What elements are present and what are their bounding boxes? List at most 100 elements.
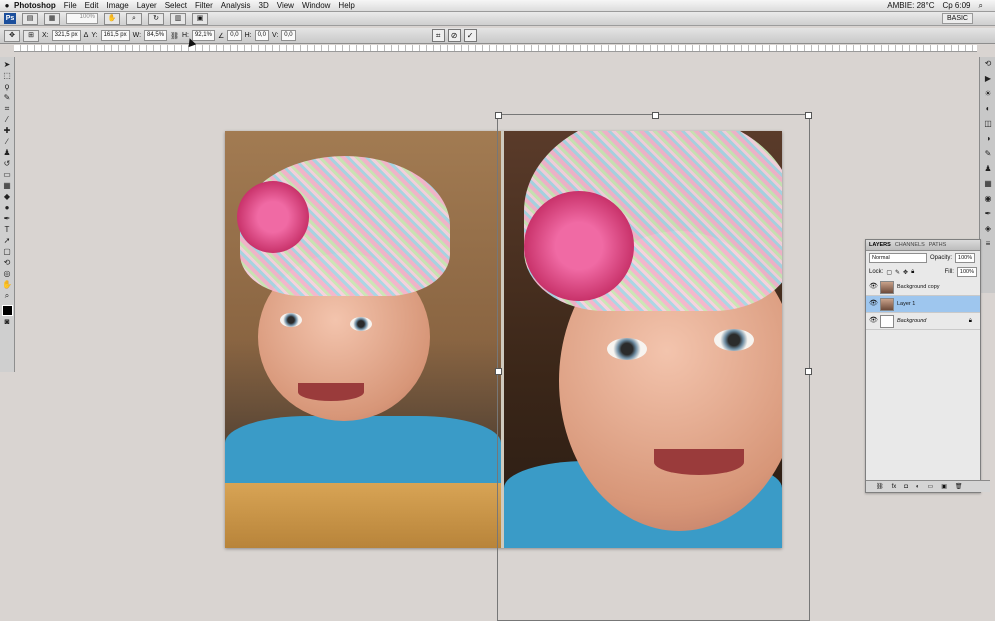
view-extras-button[interactable]: ▦ (44, 12, 60, 25)
menu-select[interactable]: Select (165, 1, 187, 10)
pen-tool-icon[interactable]: ✒ (2, 214, 13, 224)
quick-mask-icon[interactable]: ◙ (2, 317, 13, 327)
transform-handle-top-right[interactable] (805, 112, 812, 119)
rotate-view-button[interactable]: ↻ (148, 12, 164, 25)
opacity-field[interactable]: 100% (955, 253, 976, 263)
tab-channels[interactable]: CHANNELS (895, 242, 925, 248)
lock-transparency-icon[interactable]: ▢ (886, 269, 892, 276)
transform-handle-top-center[interactable] (652, 112, 659, 119)
lock-position-icon[interactable]: ✥ (903, 269, 908, 276)
styles-panel-icon[interactable]: ▦ (982, 179, 994, 189)
app-menu[interactable]: Photoshop (14, 1, 56, 10)
gradient-tool-icon[interactable]: ▦ (2, 181, 13, 191)
horizontal-ruler[interactable] (14, 45, 977, 52)
marquee-tool-icon[interactable]: ⬚ (2, 71, 13, 81)
new-group-icon[interactable]: ▭ (928, 483, 934, 490)
arrange-documents-button[interactable]: ▥ (170, 12, 186, 25)
menu-window[interactable]: Window (302, 1, 330, 10)
blur-tool-icon[interactable]: ◆ (2, 192, 13, 202)
menu-view[interactable]: View (277, 1, 294, 10)
fill-field[interactable]: 100% (956, 267, 977, 277)
visibility-eye-icon[interactable]: 👁︎ (869, 300, 878, 307)
color-panel-icon[interactable]: ◑ (982, 134, 994, 144)
blend-mode-select[interactable]: Normal (869, 253, 927, 263)
foreground-color-swatch[interactable] (1, 305, 13, 316)
tab-paths[interactable]: PATHS (929, 242, 947, 248)
y-position-field[interactable]: 161,5 px (100, 30, 130, 41)
navigator-panel-icon[interactable]: ◫ (982, 119, 994, 129)
eraser-tool-icon[interactable]: ▭ (2, 170, 13, 180)
zoom-level-field[interactable]: 100% (66, 13, 98, 24)
add-mask-icon[interactable]: ◘ (904, 484, 908, 490)
clone-stamp-tool-icon[interactable]: ♟ (2, 148, 13, 158)
menu-filter[interactable]: Filter (195, 1, 213, 10)
layer-style-icon[interactable]: fx (892, 484, 897, 490)
new-layer-icon[interactable]: ▣ (941, 483, 947, 490)
swatches-panel-icon[interactable]: ◉ (982, 194, 994, 204)
link-layers-icon[interactable]: ⛓ (876, 483, 884, 490)
visibility-eye-icon[interactable]: 👁︎ (869, 317, 878, 324)
lasso-tool-icon[interactable]: ϙ (2, 82, 13, 92)
vertical-skew-field[interactable]: 0,0 (281, 30, 296, 41)
link-icon[interactable]: ⛓ (170, 32, 179, 40)
x-position-field[interactable]: 321,5 px (51, 30, 81, 41)
height-field[interactable]: 92,1% (191, 30, 215, 41)
healing-brush-tool-icon[interactable]: ✚ (2, 126, 13, 136)
menu-3d[interactable]: 3D (259, 1, 269, 10)
crop-tool-icon[interactable]: ⌗ (2, 104, 13, 114)
horizontal-skew-field[interactable]: 0,0 (254, 30, 269, 41)
zoom-tool-button[interactable]: ⌕ (126, 12, 142, 25)
rotation-field[interactable]: 0,0 (227, 30, 242, 41)
layer-row[interactable]: 👁︎ Background 🔒︎ (866, 313, 980, 330)
paths-panel-icon[interactable]: ✒ (982, 209, 994, 219)
launch-bridge-button[interactable]: ▤ (22, 12, 38, 25)
transform-handle-middle-right[interactable] (805, 368, 812, 375)
spotlight-icon[interactable]: ⌕ (979, 1, 983, 11)
width-field[interactable]: 84,5% (144, 30, 168, 41)
hand-tool-icon[interactable]: ✋ (2, 280, 13, 290)
path-selection-tool-icon[interactable]: ➚ (2, 236, 13, 246)
layer-row-selected[interactable]: 👁︎ Layer 1 (866, 296, 980, 313)
menu-analysis[interactable]: Analysis (221, 1, 251, 10)
channels-panel-icon[interactable]: ≡ (982, 239, 994, 249)
adjustments-panel-icon[interactable]: ☀ (982, 89, 994, 99)
menu-image[interactable]: Image (106, 1, 128, 10)
transform-handle-top-left[interactable] (495, 112, 502, 119)
workspace-switcher[interactable]: BASIC (941, 13, 973, 24)
tab-layers[interactable]: LAYERS (869, 242, 891, 248)
3d-orbit-tool-icon[interactable]: ◎ (2, 269, 13, 279)
relative-position-icon[interactable]: Δ (84, 32, 89, 39)
menu-help[interactable]: Help (338, 1, 354, 10)
tool-preset-picker[interactable]: ✥ (4, 29, 20, 42)
adjustment-layer-icon[interactable]: ◐ (916, 484, 920, 490)
menu-file[interactable]: File (64, 1, 77, 10)
commit-transform-button[interactable]: ✓ (463, 29, 477, 42)
layers-panel-icon[interactable]: ◈ (982, 224, 994, 234)
quick-selection-tool-icon[interactable]: ✎ (2, 93, 13, 103)
clone-source-panel-icon[interactable]: ♟ (982, 164, 994, 174)
masks-panel-icon[interactable]: ◐ (982, 104, 994, 114)
menu-edit[interactable]: Edit (85, 1, 99, 10)
move-tool-icon[interactable]: ➤ (2, 60, 13, 70)
delete-layer-icon[interactable]: 🗑︎ (955, 483, 963, 490)
dodge-tool-icon[interactable]: ● (2, 203, 13, 213)
type-tool-icon[interactable]: T (2, 225, 13, 235)
transform-bounding-box[interactable] (495, 112, 812, 621)
actions-panel-icon[interactable]: ▶ (982, 74, 994, 84)
reference-point-icon[interactable]: ⊞ (23, 29, 39, 42)
lock-pixels-icon[interactable]: ✎ (895, 269, 900, 276)
layer-row[interactable]: 👁︎ Background copy (866, 279, 980, 296)
history-panel-icon[interactable]: ⟲ (982, 59, 994, 69)
brushes-panel-icon[interactable]: ✎ (982, 149, 994, 159)
warp-mode-button[interactable]: ⌗ (431, 29, 445, 42)
visibility-eye-icon[interactable]: 👁︎ (869, 283, 878, 290)
zoom-tool-icon[interactable]: ⌕ (2, 291, 13, 301)
brush-tool-icon[interactable]: ∕ (2, 137, 13, 147)
screen-mode-button[interactable]: ▣ (192, 12, 208, 25)
hand-tool-button[interactable]: ✋ (104, 12, 120, 25)
cancel-transform-button[interactable]: ⊘ (447, 29, 461, 42)
history-brush-tool-icon[interactable]: ↺ (2, 159, 13, 169)
eyedropper-tool-icon[interactable]: ⁄ (2, 115, 13, 125)
shape-tool-icon[interactable]: ▢ (2, 247, 13, 257)
menu-layer[interactable]: Layer (137, 1, 157, 10)
